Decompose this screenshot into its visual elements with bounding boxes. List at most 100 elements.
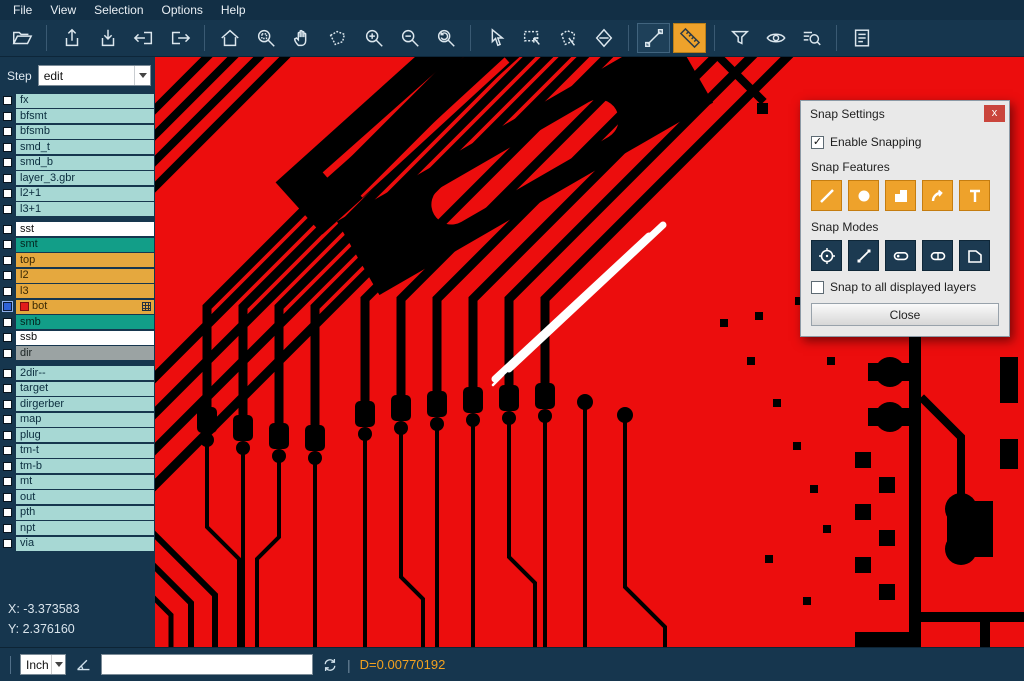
zoom-previous-icon[interactable]	[429, 23, 462, 53]
export-up-icon[interactable]	[55, 23, 88, 53]
search-text-icon[interactable]	[795, 23, 828, 53]
layer-visibility-checkbox[interactable]	[3, 205, 12, 214]
layer-name[interactable]: bfsmt	[16, 109, 154, 123]
layer-row-smt[interactable]: smt	[0, 237, 155, 253]
layer-row-via[interactable]: via	[0, 536, 155, 552]
pcb-canvas[interactable]: Snap Settings x ✓ Enable Snapping Snap F…	[155, 57, 1024, 647]
ruler-tool-icon[interactable]	[673, 23, 706, 53]
layer-name[interactable]: l3+1	[16, 202, 154, 216]
close-icon[interactable]: x	[984, 105, 1005, 122]
layer-name[interactable]: ssb	[16, 331, 154, 345]
layer-visibility-checkbox[interactable]	[3, 318, 12, 327]
layer-visibility-checkbox[interactable]	[3, 240, 12, 249]
select-pointer-icon[interactable]	[479, 23, 512, 53]
layer-name[interactable]: l3	[16, 284, 154, 298]
layer-name[interactable]: tm-b	[16, 459, 154, 473]
import-down-icon[interactable]	[91, 23, 124, 53]
layer-row-bot[interactable]: bot	[0, 299, 155, 315]
menu-view[interactable]: View	[41, 1, 85, 19]
angle-measure-icon[interactable]	[75, 656, 92, 673]
filter-icon[interactable]	[723, 23, 756, 53]
layer-name[interactable]: smb	[16, 315, 154, 329]
layer-visibility-checkbox[interactable]	[3, 508, 12, 517]
layer-visibility-checkbox[interactable]	[3, 174, 12, 183]
layer-name[interactable]: smt	[16, 238, 154, 252]
layer-visibility-checkbox[interactable]	[3, 400, 12, 409]
report-icon[interactable]	[845, 23, 878, 53]
layer-visibility-checkbox[interactable]	[3, 349, 12, 358]
grid-icon[interactable]	[142, 302, 151, 311]
layer-visibility-checkbox[interactable]	[3, 524, 12, 533]
layer-row-l3[interactable]: l3	[0, 284, 155, 300]
layer-row-plug[interactable]: plug	[0, 428, 155, 444]
snap-pad-icon[interactable]	[848, 180, 879, 211]
layer-name[interactable]: bot	[16, 300, 154, 314]
layer-name[interactable]: bfsmb	[16, 125, 154, 139]
layer-name[interactable]: smd_b	[16, 156, 154, 170]
layer-row-npt[interactable]: npt	[0, 521, 155, 537]
units-select[interactable]: Inch	[20, 654, 66, 675]
menu-help[interactable]: Help	[212, 1, 255, 19]
layer-name[interactable]: l2	[16, 269, 154, 283]
layer-visibility-checkbox[interactable]	[3, 143, 12, 152]
layer-row-bfsmt[interactable]: bfsmt	[0, 109, 155, 125]
layer-visibility-checkbox[interactable]	[3, 256, 12, 265]
layer-row-smd_t[interactable]: smd_t	[0, 140, 155, 156]
zoom-polygon-icon[interactable]	[321, 23, 354, 53]
snap-arc-icon[interactable]	[922, 180, 953, 211]
layer-visibility-checkbox[interactable]	[3, 462, 12, 471]
line-tool-icon[interactable]	[637, 23, 670, 53]
layer-row-dirgerber[interactable]: dirgerber	[0, 397, 155, 413]
select-rect-icon[interactable]	[515, 23, 548, 53]
layer-name[interactable]: 2dir--	[16, 366, 154, 380]
layer-visibility-checkbox[interactable]	[3, 384, 12, 393]
enable-snapping-checkbox[interactable]: ✓	[811, 136, 824, 149]
layer-name[interactable]: via	[16, 537, 154, 551]
layer-row-top[interactable]: top	[0, 253, 155, 269]
layer-visibility-checkbox[interactable]	[3, 446, 12, 455]
layer-row-l2+1[interactable]: l2+1	[0, 186, 155, 202]
layer-row-bfsmb[interactable]: bfsmb	[0, 124, 155, 140]
layer-visibility-checkbox[interactable]	[3, 431, 12, 440]
menu-selection[interactable]: Selection	[85, 1, 152, 19]
enable-snapping-row[interactable]: ✓ Enable Snapping	[811, 135, 999, 149]
snap-dialog-titlebar[interactable]: Snap Settings x	[801, 101, 1009, 126]
layer-row-tm-t[interactable]: tm-t	[0, 443, 155, 459]
layer-name[interactable]: dir	[16, 346, 154, 360]
snap-corner-icon[interactable]	[885, 180, 916, 211]
layer-name[interactable]: l2+1	[16, 187, 154, 201]
step-select[interactable]: edit	[38, 65, 151, 86]
import-left-icon[interactable]	[127, 23, 160, 53]
snap-slot-hole-icon[interactable]	[885, 240, 916, 271]
chevron-down-icon[interactable]	[134, 66, 150, 85]
close-button[interactable]: Close	[811, 303, 999, 326]
layer-visibility-checkbox[interactable]	[3, 127, 12, 136]
snap-text-icon[interactable]	[959, 180, 990, 211]
layer-row-target[interactable]: target	[0, 381, 155, 397]
layer-row-2dir--[interactable]: 2dir--	[0, 366, 155, 382]
export-right-icon[interactable]	[163, 23, 196, 53]
layer-visibility-checkbox[interactable]	[3, 493, 12, 502]
layer-visibility-checkbox[interactable]	[3, 96, 12, 105]
layer-visibility-checkbox[interactable]	[3, 415, 12, 424]
layer-visibility-checkbox[interactable]	[3, 271, 12, 280]
snap-outline-icon[interactable]	[959, 240, 990, 271]
layer-visibility-checkbox[interactable]	[3, 539, 12, 548]
layer-row-pth[interactable]: pth	[0, 505, 155, 521]
layer-row-map[interactable]: map	[0, 412, 155, 428]
layer-visibility-checkbox[interactable]	[3, 333, 12, 342]
highlight-eye-icon[interactable]	[759, 23, 792, 53]
layer-row-l2[interactable]: l2	[0, 268, 155, 284]
layer-name[interactable]: plug	[16, 428, 154, 442]
layer-name[interactable]: smd_t	[16, 140, 154, 154]
menu-file[interactable]: File	[4, 1, 41, 19]
zoom-window-icon[interactable]	[249, 23, 282, 53]
layer-name[interactable]: npt	[16, 521, 154, 535]
zoom-in-icon[interactable]	[357, 23, 390, 53]
snap-all-layers-row[interactable]: Snap to all displayed layers	[811, 280, 999, 294]
layer-row-out[interactable]: out	[0, 490, 155, 506]
layer-row-layer_3.gbr[interactable]: layer_3.gbr	[0, 171, 155, 187]
layer-visibility-checkbox[interactable]	[3, 158, 12, 167]
snap-center-icon[interactable]	[811, 240, 842, 271]
measure-diamond-icon[interactable]	[587, 23, 620, 53]
